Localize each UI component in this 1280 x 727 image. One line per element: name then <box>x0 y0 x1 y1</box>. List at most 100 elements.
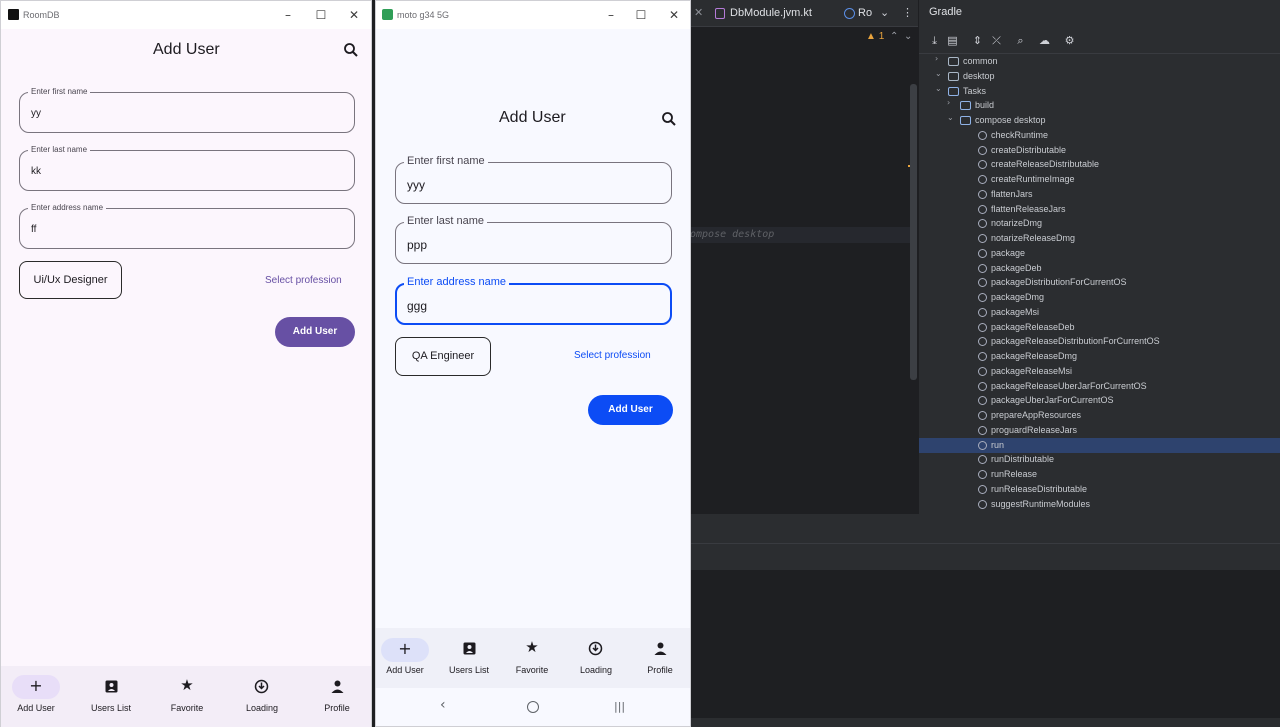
search-icon[interactable] <box>661 111 677 127</box>
gradle-tree-item[interactable]: packageReleaseDmg <box>919 349 1280 364</box>
back-icon[interactable]: ‹ <box>440 697 446 713</box>
close-icon[interactable]: ✕ <box>346 7 362 23</box>
gradle-tree-item[interactable]: packageReleaseUberJarForCurrentOS <box>919 379 1280 394</box>
gradle-tree-item[interactable]: checkRuntime <box>919 128 1280 143</box>
gradle-tree-item[interactable]: ⌄ compose desktop <box>919 113 1280 128</box>
gradle-tree-item[interactable]: runDistributable <box>919 452 1280 467</box>
gradle-tree-item[interactable]: runRelease <box>919 467 1280 482</box>
gradle-tree-item[interactable]: createReleaseDistributable <box>919 157 1280 172</box>
gradle-tree-item[interactable]: createDistributable <box>919 143 1280 158</box>
nav-add-user[interactable]: + Add User <box>1 666 71 727</box>
gradle-tree-item[interactable]: packageDeb <box>919 261 1280 276</box>
nav-users-list[interactable]: Users List <box>76 666 146 727</box>
search-icon[interactable] <box>343 42 359 58</box>
gradle-tree-item[interactable]: proguardReleaseJars <box>919 423 1280 438</box>
tab-second[interactable]: Ro <box>858 0 872 27</box>
gradle-tree-item[interactable]: runReleaseDistributable <box>919 482 1280 497</box>
profession-chip[interactable]: QA Engineer <box>395 337 491 376</box>
gradle-tree-item[interactable]: packageReleaseDistributionForCurrentOS <box>919 334 1280 349</box>
gradle-tree-item[interactable]: packageMsi <box>919 305 1280 320</box>
emulator-title: moto g34 5G <box>397 10 450 20</box>
gradle-tree-item[interactable]: packageDmg <box>919 290 1280 305</box>
dependency-analyzer-icon[interactable]: ⌕ <box>1014 34 1027 47</box>
gradle-tree-item[interactable]: ⌄ desktop <box>919 69 1280 84</box>
gradle-tree-item[interactable]: packageReleaseMsi <box>919 364 1280 379</box>
gradle-tree-item[interactable]: flattenJars <box>919 187 1280 202</box>
gradle-tree-item[interactable]: createRuntimeImage <box>919 172 1280 187</box>
last-name-field[interactable]: Enter last name ppp <box>395 215 672 264</box>
profession-chip[interactable]: Ui/Ux Designer <box>19 261 122 299</box>
gradle-tree-item[interactable]: run <box>919 437 1280 453</box>
first-name-label: Enter first name <box>28 87 91 96</box>
gradle-tree-item[interactable]: flattenReleaseJars <box>919 202 1280 217</box>
close-icon[interactable]: ✕ <box>666 7 682 23</box>
maximize-icon[interactable]: ☐ <box>313 7 329 23</box>
prev-highlight-icon[interactable]: ⌃ <box>890 31 898 42</box>
nav-favorite[interactable]: ★ Favorite <box>152 666 222 727</box>
maximize-icon[interactable]: ☐ <box>633 7 649 23</box>
tabs-dropdown-icon[interactable]: ⌄ <box>880 0 889 27</box>
minimize-icon[interactable]: – <box>280 7 296 23</box>
folder-icon <box>960 101 971 111</box>
nav-loading[interactable]: Loading <box>561 628 631 689</box>
last-name-value: kk <box>31 166 41 177</box>
gradle-tree-item[interactable]: prepareAppResources <box>919 408 1280 423</box>
nav-loading[interactable]: Loading <box>227 666 297 727</box>
select-profession-link[interactable]: Select profession <box>265 275 342 286</box>
chevron-down-icon[interactable]: ⌄ <box>947 113 954 122</box>
gradle-tree-item[interactable]: packageReleaseDeb <box>919 320 1280 335</box>
nav-label: Loading <box>579 665 613 675</box>
next-highlight-icon[interactable]: ⌄ <box>904 31 912 42</box>
address-label: Enter address name <box>404 276 510 288</box>
home-icon[interactable] <box>527 701 539 713</box>
first-name-field[interactable]: Enter first name yy <box>19 87 355 133</box>
minimize-icon[interactable]: – <box>603 7 619 23</box>
gradle-tree-label: flattenReleaseJars <box>991 203 1066 214</box>
warning-indicator[interactable]: ▲ 1 <box>866 31 884 42</box>
tab-dbmodule[interactable]: DbModule.jvm.kt <box>730 0 812 27</box>
chevron-down-icon[interactable]: ⌄ <box>935 84 942 93</box>
select-profession-link[interactable]: Select profession <box>574 350 651 361</box>
gradle-tree-item[interactable]: packageDistributionForCurrentOS <box>919 275 1280 290</box>
nav-profile[interactable]: Profile <box>625 628 695 689</box>
gradle-tree-item[interactable]: › build <box>919 98 1280 113</box>
expand-all-icon[interactable]: ⇕ <box>971 34 984 47</box>
last-name-field[interactable]: Enter last name kk <box>19 145 355 191</box>
gradle-tree-item[interactable]: suggestRuntimeModules <box>919 497 1280 512</box>
gradle-tree-item[interactable]: notarizeReleaseDmg <box>919 231 1280 246</box>
nav-profile[interactable]: Profile <box>302 666 372 727</box>
address-field[interactable]: Enter address name ff <box>19 203 355 249</box>
gradle-tree-item[interactable]: › common <box>919 54 1280 69</box>
chevron-right-icon[interactable]: › <box>935 54 938 63</box>
address-field[interactable]: Enter address name ggg <box>395 276 672 325</box>
gradle-toolbar: ⤓ ▤ ⇕ ⤫ ⌕ ☁ ⚙ <box>919 28 1280 54</box>
nav-label: Add User <box>17 703 55 713</box>
tab-close-icon[interactable]: ✕ <box>694 0 703 27</box>
contact-card-icon <box>105 680 118 693</box>
more-tabs-icon[interactable]: ⋮ <box>902 0 913 27</box>
collapse-all-icon[interactable]: ⤫ <box>990 34 1003 47</box>
nav-add-user[interactable]: + Add User <box>370 628 440 689</box>
gradle-tree-item[interactable]: ⌄ Tasks <box>919 84 1280 99</box>
gradle-tree-label: createDistributable <box>991 144 1067 155</box>
code-editor[interactable] <box>690 28 918 514</box>
gradle-tree-item[interactable]: package <box>919 246 1280 261</box>
gradle-tree-item[interactable]: notarizeDmg <box>919 216 1280 231</box>
editor-scrollbar[interactable] <box>910 84 917 380</box>
settings-gear-icon[interactable]: ⚙ <box>1063 34 1076 47</box>
download-icon[interactable]: ⤓ <box>928 34 941 47</box>
nav-favorite[interactable]: ★ Favorite <box>497 628 567 689</box>
nav-label: Profile <box>647 665 673 675</box>
nav-users-list[interactable]: Users List <box>434 628 504 689</box>
execute-task-icon[interactable]: ▤ <box>946 34 959 47</box>
chevron-down-icon[interactable]: ⌄ <box>935 69 942 78</box>
chevron-right-icon[interactable]: › <box>947 98 950 107</box>
gradle-tree-item[interactable]: packageUberJarForCurrentOS <box>919 393 1280 408</box>
recents-icon[interactable]: ||| <box>614 700 625 713</box>
first-name-field[interactable]: Enter first name yyy <box>395 155 672 204</box>
offline-mode-icon[interactable]: ☁ <box>1038 34 1051 47</box>
gear-icon <box>978 175 987 184</box>
add-user-button[interactable]: Add User <box>275 317 355 347</box>
add-user-button[interactable]: Add User <box>588 395 673 425</box>
nav-label: Favorite <box>170 703 204 713</box>
